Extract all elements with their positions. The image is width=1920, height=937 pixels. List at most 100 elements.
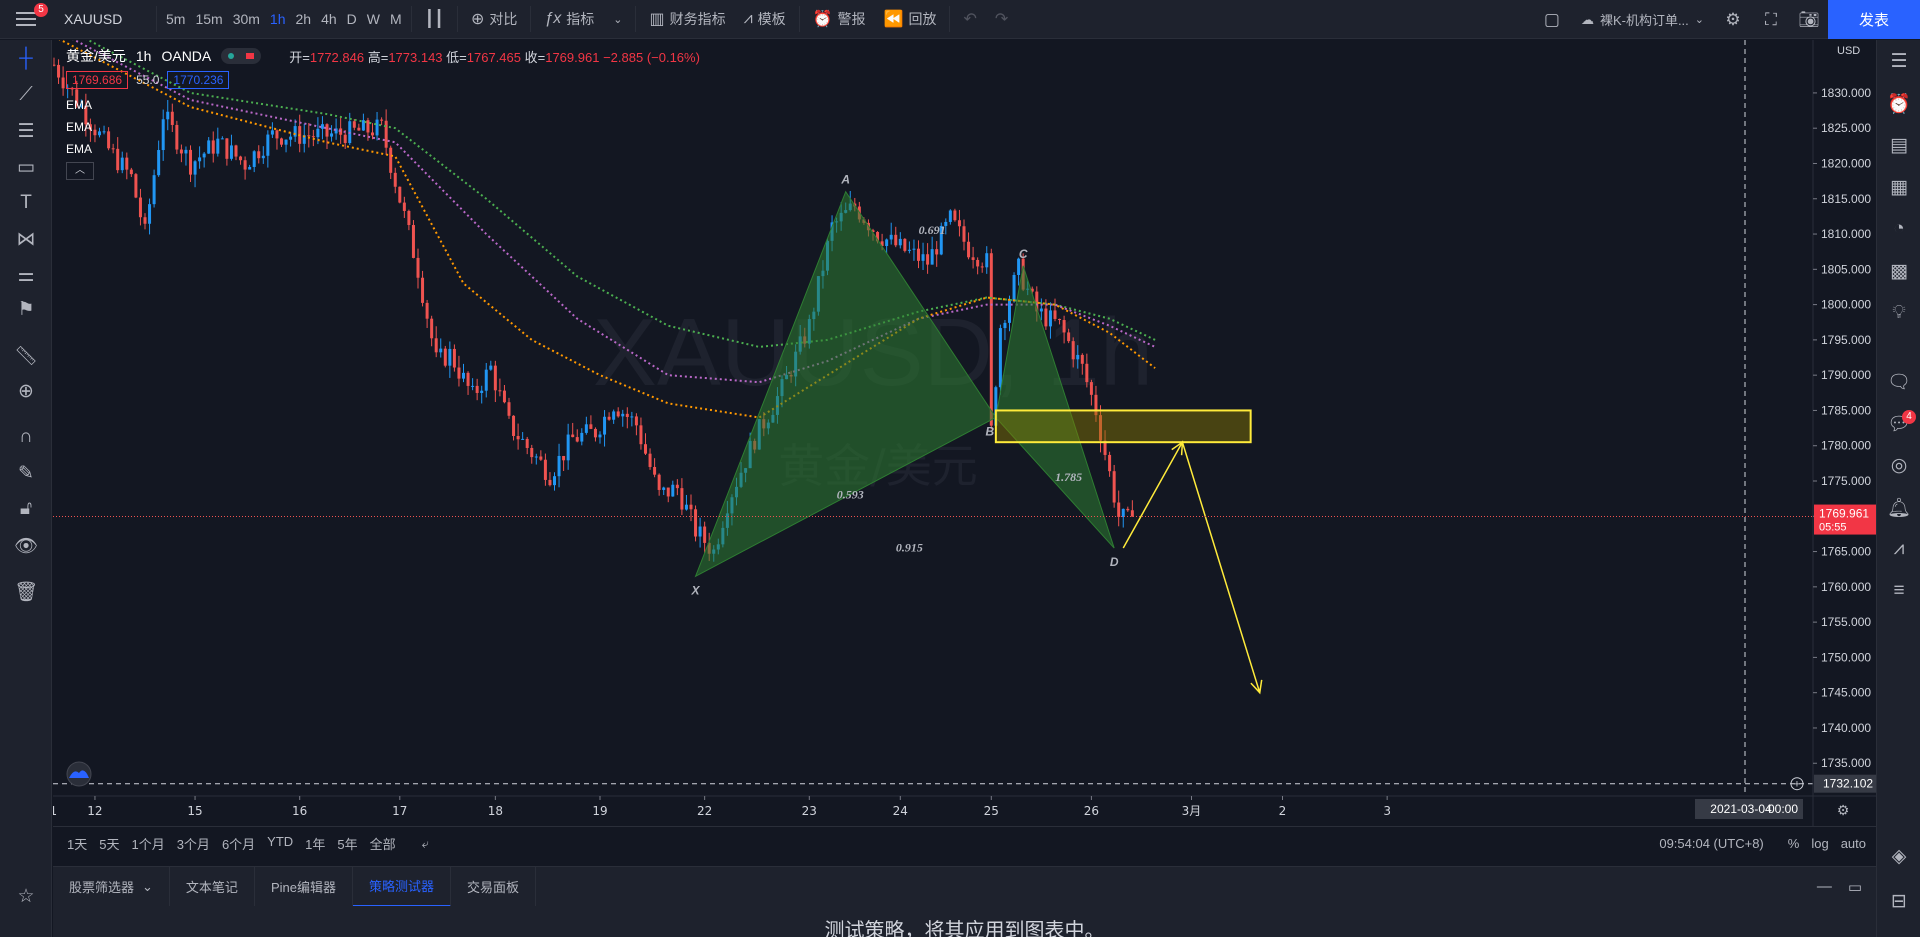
candle-body[interactable] — [498, 390, 502, 392]
candle-body[interactable] — [657, 474, 661, 490]
candle-body[interactable] — [926, 254, 930, 265]
measure-tool[interactable]: 📏︎ — [0, 344, 52, 368]
stay-drawing-tool[interactable]: ✎ — [0, 462, 52, 485]
candle-body[interactable] — [543, 459, 547, 480]
candle-body[interactable] — [630, 416, 634, 418]
candle-body[interactable] — [512, 415, 516, 436]
candle-body[interactable] — [553, 476, 556, 486]
candle-body[interactable] — [1121, 508, 1125, 517]
interval-4h[interactable]: 4h — [316, 11, 342, 27]
candle-body[interactable] — [484, 369, 488, 391]
fib-tool[interactable]: ☰ — [0, 120, 52, 143]
candle-body[interactable] — [1130, 510, 1134, 517]
candle-body[interactable] — [666, 487, 670, 497]
hide-drawings-tool[interactable]: 👁︎ — [0, 534, 52, 558]
candle-body[interactable] — [1089, 382, 1093, 395]
favorites-tool[interactable]: ☆ — [0, 885, 52, 908]
interval-M[interactable]: M — [385, 11, 407, 27]
candle-body[interactable] — [480, 390, 484, 393]
clock-time[interactable]: 09:54:04 (UTC+8) — [1653, 836, 1781, 851]
indicator-ema-2[interactable]: EMA — [66, 120, 700, 134]
candle-body[interactable] — [1067, 332, 1071, 342]
bottom-tab[interactable]: Pine编辑器 — [255, 866, 353, 907]
layers-button[interactable]: ◈ — [1877, 845, 1920, 868]
candle-body[interactable] — [976, 259, 980, 267]
candle-body[interactable] — [530, 447, 534, 458]
candle-body[interactable] — [1058, 318, 1062, 321]
candle-body[interactable] — [143, 217, 147, 224]
buy-button[interactable]: 1770.236 — [167, 71, 230, 89]
range-button[interactable]: 5天 — [93, 834, 125, 853]
bottom-tab[interactable]: 股票筛选器 ⌄ — [53, 866, 170, 907]
interval-15m[interactable]: 15m — [190, 11, 227, 27]
candle-body[interactable] — [466, 372, 470, 386]
snapshot-button[interactable]: 📷︎ — [1790, 10, 1828, 30]
candle-body[interactable] — [689, 504, 693, 510]
interval-5m[interactable]: 5m — [161, 11, 190, 27]
interval-2h[interactable]: 2h — [291, 11, 317, 27]
candle-body[interactable] — [703, 526, 707, 543]
range-button[interactable]: 5年 — [331, 834, 363, 853]
candle-body[interactable] — [917, 248, 920, 261]
candle-body[interactable] — [953, 210, 957, 221]
candle-body[interactable] — [930, 249, 934, 265]
alert-button[interactable]: ⏰ 警报 — [804, 0, 875, 39]
indicator-ema-3[interactable]: EMA — [66, 142, 700, 156]
log-scale-toggle[interactable]: log — [1805, 836, 1834, 851]
candle-body[interactable] — [516, 435, 520, 440]
candle-body[interactable] — [425, 302, 429, 319]
maximize-panel-button[interactable]: ▭ — [1848, 878, 1862, 896]
chats-button[interactable]: 🗨︎ — [1877, 370, 1920, 394]
crosshair-tool[interactable]: ┼ — [0, 48, 52, 70]
candle-body[interactable] — [598, 434, 602, 438]
interval-1h[interactable]: 1h — [265, 11, 291, 27]
candle-body[interactable] — [475, 385, 479, 393]
candle-body[interactable] — [1062, 320, 1066, 333]
candle-body[interactable] — [407, 210, 411, 226]
candle-body[interactable] — [998, 328, 1002, 388]
alerts-button[interactable]: ⏰ — [1877, 92, 1920, 116]
sell-button[interactable]: 1769.686 — [66, 71, 129, 89]
candle-body[interactable] — [148, 204, 152, 224]
candle-body[interactable] — [1044, 308, 1048, 327]
compare-button[interactable]: ⊕ 对比 — [462, 0, 526, 39]
candle-body[interactable] — [443, 348, 447, 366]
text-tool[interactable]: T — [0, 192, 52, 214]
order-panel-button[interactable]: ⩘ — [1877, 538, 1920, 560]
candle-body[interactable] — [462, 372, 465, 379]
candle-body[interactable] — [980, 266, 984, 268]
candle-body[interactable] — [989, 253, 993, 426]
interval-D[interactable]: D — [342, 11, 362, 27]
candle-body[interactable] — [566, 434, 570, 461]
candle-body[interactable] — [1108, 454, 1112, 472]
interval-W[interactable]: W — [362, 11, 385, 27]
bottom-tab[interactable]: 文本笔记 — [170, 866, 255, 907]
data-window-button[interactable]: ▤ — [1877, 134, 1920, 157]
candle-body[interactable] — [1112, 471, 1116, 503]
candle-body[interactable] — [985, 253, 989, 268]
candle-body[interactable] — [434, 338, 438, 353]
candle-body[interactable] — [1126, 508, 1130, 511]
market-status-toggle[interactable] — [221, 48, 262, 64]
candle-body[interactable] — [402, 202, 406, 211]
candle-body[interactable] — [457, 367, 461, 379]
candle-body[interactable] — [684, 504, 688, 510]
range-button[interactable]: YTD — [261, 834, 299, 853]
indicators-button[interactable]: ƒx 指标 ⌄ — [535, 0, 631, 39]
magnet-tool[interactable]: ∩ — [0, 426, 52, 448]
symbol-description[interactable]: 黄金/美元 — [66, 46, 126, 66]
candle-body[interactable] — [603, 416, 607, 435]
zoom-tool[interactable]: ⊕ — [0, 380, 52, 403]
candle-body[interactable] — [562, 455, 566, 461]
streams-button[interactable]: ◎ — [1877, 454, 1920, 477]
candle-body[interactable] — [912, 248, 916, 250]
candle-body[interactable] — [634, 416, 638, 426]
indicator-ema-1[interactable]: EMA — [66, 98, 700, 112]
candle-body[interactable] — [1076, 354, 1080, 360]
candle-body[interactable] — [907, 249, 911, 251]
candle-body[interactable] — [694, 509, 698, 537]
candle-body[interactable] — [680, 488, 684, 510]
chart-area[interactable]: XAUUSD, 1h黄金/美元XABCD0.5930.6911.7850.915… — [53, 40, 1876, 826]
candle-body[interactable] — [648, 453, 652, 467]
fullscreen-button[interactable]: ⛶ — [1752, 10, 1790, 30]
